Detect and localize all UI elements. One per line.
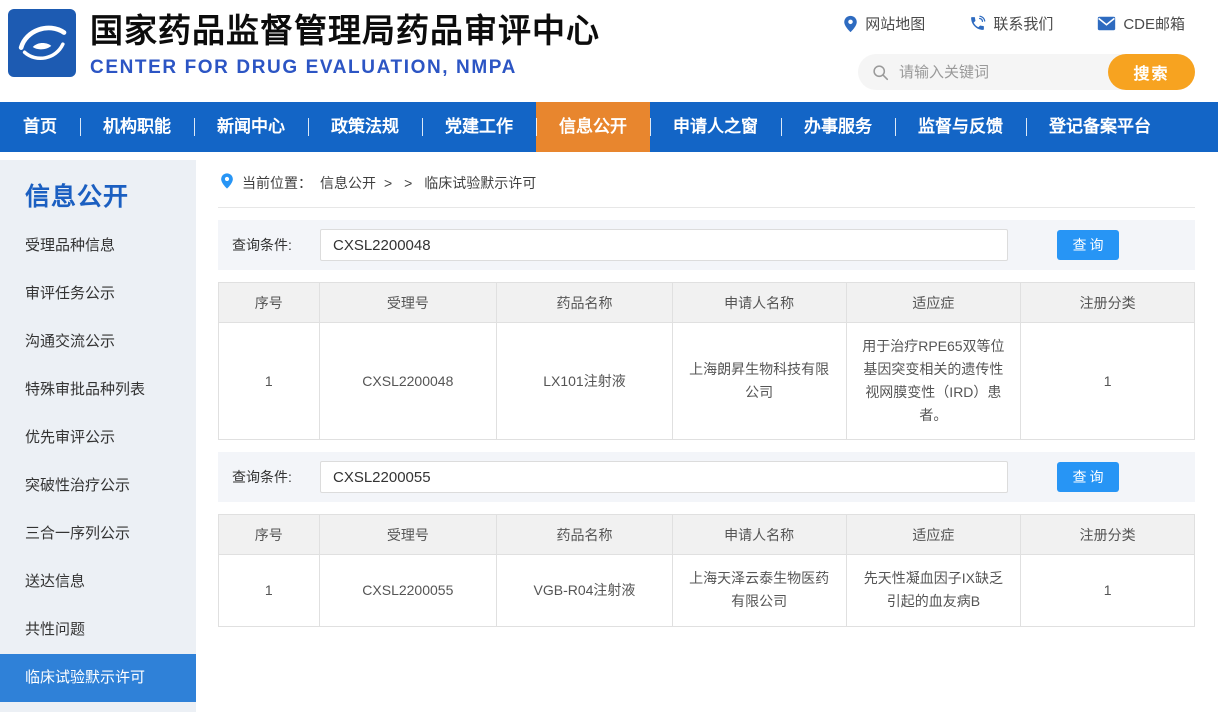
search-icon [872, 64, 889, 81]
column-header: 序号 [219, 283, 320, 323]
sidebar-item[interactable]: 审评任务公示 [0, 270, 196, 318]
query-button[interactable]: 查询 [1057, 230, 1119, 260]
nav-item[interactable]: 党建工作 [422, 102, 536, 152]
sections-container: 查询条件: 查询 序号受理号药品名称申请人名称适应症注册分类 1CXSL2200… [218, 220, 1195, 627]
sidebar-title: 信息公开 [0, 182, 196, 212]
sidebar-list: 受理品种信息审评任务公示沟通交流公示特殊审批品种列表优先审评公示突破性治疗公示三… [0, 222, 196, 702]
query-input[interactable] [320, 229, 1008, 261]
column-header: 药品名称 [497, 515, 673, 555]
table-cell: 先天性凝血因子IX缺乏引起的血友病B [846, 555, 1021, 626]
table-cell: CXSL2200055 [319, 555, 497, 626]
table-cell: 1 [219, 323, 320, 440]
table-header-row: 序号受理号药品名称申请人名称适应症注册分类 [219, 515, 1195, 555]
query-button[interactable]: 查询 [1057, 462, 1119, 492]
nav-item[interactable]: 监督与反馈 [895, 102, 1026, 152]
sitemap-link-label: 网站地图 [865, 13, 925, 34]
contact-us-link-label: 联系我们 [993, 13, 1053, 34]
contact-us-link[interactable]: 联系我们 [969, 13, 1053, 34]
column-header: 适应症 [846, 515, 1021, 555]
nav-item[interactable]: 新闻中心 [194, 102, 308, 152]
query-input[interactable] [320, 461, 1008, 493]
table-cell: 上海朗昇生物科技有限公司 [672, 323, 846, 440]
breadcrumb-pin-icon [220, 172, 234, 193]
table-cell: LX101注射液 [497, 323, 673, 440]
header-quick-links: 网站地图 联系我们 CDE邮箱 [843, 13, 1185, 34]
sidebar-item[interactable]: 受理品种信息 [0, 222, 196, 270]
sidebar-item[interactable]: 沟通交流公示 [0, 318, 196, 366]
cde-mail-link[interactable]: CDE邮箱 [1097, 13, 1185, 34]
result-table: 序号受理号药品名称申请人名称适应症注册分类 1CXSL2200055VGB-R0… [218, 514, 1195, 626]
query-condition-label: 查询条件: [232, 235, 320, 255]
table-cell: 上海天泽云泰生物医药有限公司 [672, 555, 846, 626]
sidebar-item[interactable]: 送达信息 [0, 558, 196, 606]
table-cell: 1 [1021, 323, 1195, 440]
page-body: 信息公开 受理品种信息审评任务公示沟通交流公示特殊审批品种列表优先审评公示突破性… [0, 152, 1218, 712]
nav-item[interactable]: 政策法规 [308, 102, 422, 152]
table-cell: VGB-R04注射液 [497, 555, 673, 626]
query-band: 查询条件: 查询 [218, 452, 1195, 502]
nav-item[interactable]: 登记备案平台 [1026, 102, 1174, 152]
breadcrumb: 当前位置： 信息公开 > > 临床试验默示许可 [218, 162, 1195, 208]
nav-item[interactable]: 机构职能 [80, 102, 194, 152]
nav-item[interactable]: 首页 [0, 102, 80, 152]
main-content: 当前位置：信息公开 > > 临床试验默示许可 查询条件: 查询 序号受理号药品名… [218, 162, 1195, 627]
site-title-block: 国家药品监督管理局药品审评中心 CENTER FOR DRUG EVALUATI… [90, 12, 600, 79]
column-header: 受理号 [319, 283, 497, 323]
column-header: 注册分类 [1021, 515, 1195, 555]
cde-logo-swoosh-icon [13, 14, 71, 72]
mail-icon [1097, 16, 1116, 31]
breadcrumb-prefix: 当前位置： [242, 173, 312, 193]
sidebar-item[interactable]: 优先审评公示 [0, 414, 196, 462]
query-result-section: 查询条件: 查询 序号受理号药品名称申请人名称适应症注册分类 1CXSL2200… [218, 220, 1195, 440]
breadcrumb-separator: > > [384, 175, 416, 191]
result-table: 序号受理号药品名称申请人名称适应症注册分类 1CXSL2200048LX101注… [218, 282, 1195, 440]
table-row: 1CXSL2200055VGB-R04注射液上海天泽云泰生物医药有限公司先天性凝… [219, 555, 1195, 626]
sidebar-item[interactable]: 突破性治疗公示 [0, 462, 196, 510]
column-header: 药品名称 [497, 283, 673, 323]
column-header: 序号 [219, 515, 320, 555]
nav-item[interactable]: 办事服务 [781, 102, 895, 152]
sidebar: 信息公开 受理品种信息审评任务公示沟通交流公示特殊审批品种列表优先审评公示突破性… [0, 160, 196, 712]
sitemap-link[interactable]: 网站地图 [843, 13, 925, 34]
sidebar-item[interactable]: 共性问题 [0, 606, 196, 654]
sidebar-item[interactable]: 特殊审批品种列表 [0, 366, 196, 414]
table-header-row: 序号受理号药品名称申请人名称适应症注册分类 [219, 283, 1195, 323]
main-nav: 首页机构职能新闻中心政策法规党建工作信息公开申请人之窗办事服务监督与反馈登记备案… [0, 102, 1218, 152]
nav-item[interactable]: 申请人之窗 [650, 102, 781, 152]
table-cell: 1 [1021, 555, 1195, 626]
nav-item[interactable]: 信息公开 [536, 102, 650, 152]
column-header: 注册分类 [1021, 283, 1195, 323]
column-header: 适应症 [846, 283, 1021, 323]
column-header: 申请人名称 [672, 283, 846, 323]
query-band: 查询条件: 查询 [218, 220, 1195, 270]
column-header: 申请人名称 [672, 515, 846, 555]
site-header: 国家药品监督管理局药品审评中心 CENTER FOR DRUG EVALUATI… [0, 0, 1218, 102]
column-header: 受理号 [319, 515, 497, 555]
breadcrumb-section-link[interactable]: 信息公开 [320, 173, 376, 193]
cde-logo[interactable] [8, 9, 76, 77]
table-row: 1CXSL2200048LX101注射液上海朗昇生物科技有限公司用于治疗RPE6… [219, 323, 1195, 440]
table-cell: CXSL2200048 [319, 323, 497, 440]
query-result-section: 查询条件: 查询 序号受理号药品名称申请人名称适应症注册分类 1CXSL2200… [218, 452, 1195, 626]
search-button[interactable]: 搜索 [1108, 54, 1195, 90]
sidebar-item[interactable]: 三合一序列公示 [0, 510, 196, 558]
query-condition-label: 查询条件: [232, 467, 320, 487]
sidebar-item[interactable]: 临床试验默示许可 [0, 654, 196, 702]
map-pin-icon [843, 15, 858, 33]
phone-icon [969, 15, 986, 32]
table-cell: 1 [219, 555, 320, 626]
search-input[interactable] [889, 55, 1108, 89]
table-cell: 用于治疗RPE65双等位基因突变相关的遗传性视网膜变性（IRD）患者。 [846, 323, 1021, 440]
breadcrumb-current: 临床试验默示许可 [424, 173, 536, 193]
cde-mail-link-label: CDE邮箱 [1123, 13, 1185, 34]
site-search-bar: 搜索 [858, 54, 1195, 90]
site-title: 国家药品监督管理局药品审评中心 [90, 12, 600, 50]
site-subtitle: CENTER FOR DRUG EVALUATION, NMPA [90, 57, 600, 79]
